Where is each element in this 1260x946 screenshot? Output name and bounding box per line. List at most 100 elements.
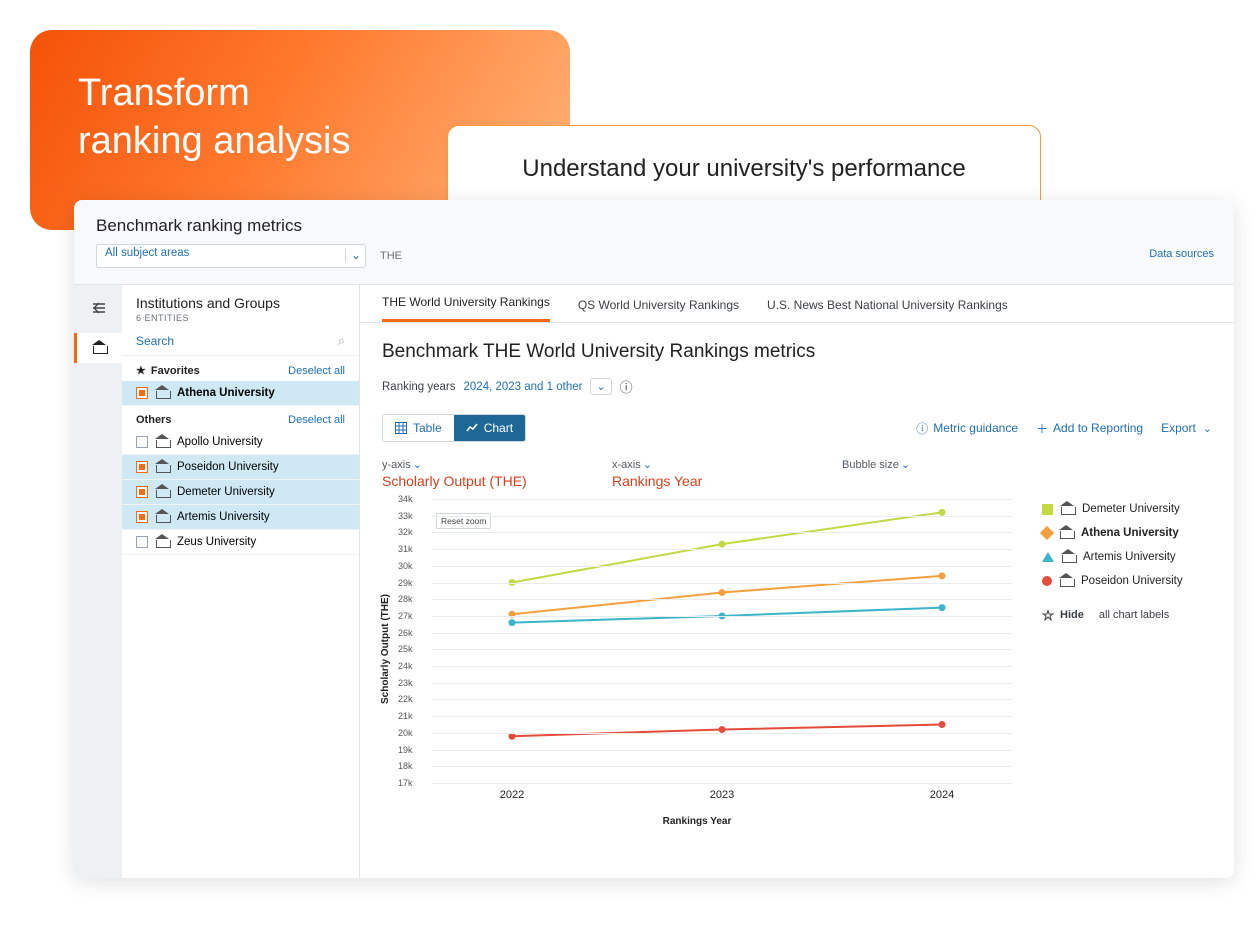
y-tick: 23k bbox=[398, 678, 413, 688]
institution-name: Artemis University bbox=[177, 511, 270, 523]
others-label: Others bbox=[136, 414, 171, 426]
institution-icon bbox=[156, 388, 169, 399]
axis-config-row: y-axis⌄ Scholarly Output (THE) x-axis⌄ R… bbox=[382, 458, 1212, 489]
legend-item[interactable]: Poseidon University bbox=[1042, 575, 1212, 587]
subject-row: All subject areas ⌄ THE bbox=[96, 244, 1212, 268]
tab-the[interactable]: THE World University Rankings bbox=[382, 295, 550, 322]
checkbox[interactable] bbox=[136, 436, 148, 448]
legend-label: Demeter University bbox=[1082, 503, 1180, 515]
toolbar: Table Chart ⓘ Metric guidance ＋ Add to R… bbox=[382, 414, 1212, 442]
chart-view-button[interactable]: Chart bbox=[454, 415, 525, 441]
provider-label: THE bbox=[380, 250, 402, 262]
x-tick: 2024 bbox=[930, 789, 954, 801]
legend-item[interactable]: Demeter University bbox=[1042, 503, 1212, 515]
institution-name: Apollo University bbox=[177, 436, 263, 448]
institution-row[interactable]: Athena University bbox=[122, 381, 359, 406]
y-axis-title: Scholarly Output (THE) bbox=[380, 594, 391, 704]
export-button[interactable]: Export ⌄ bbox=[1161, 421, 1212, 435]
y-tick: 18k bbox=[398, 761, 413, 771]
x-axis-title: Rankings Year bbox=[663, 816, 732, 827]
institution-row[interactable]: Zeus University bbox=[122, 530, 359, 555]
institution-row[interactable]: Apollo University bbox=[122, 430, 359, 455]
chevron-down-icon: ⌄ bbox=[1203, 422, 1212, 435]
institution-name: Zeus University bbox=[177, 536, 256, 548]
favorites-label: ★ Favorites bbox=[136, 364, 200, 377]
institution-row[interactable]: Poseidon University bbox=[122, 455, 359, 480]
institution-name: Demeter University bbox=[177, 486, 275, 498]
deselect-favorites-link[interactable]: Deselect all bbox=[288, 365, 345, 377]
y-tick: 20k bbox=[398, 728, 413, 738]
institution-icon bbox=[1060, 528, 1073, 539]
y-tick: 26k bbox=[398, 628, 413, 638]
app-header: Benchmark ranking metrics All subject ar… bbox=[74, 200, 1234, 268]
table-view-button[interactable]: Table bbox=[383, 415, 454, 441]
tab-qs[interactable]: QS World University Rankings bbox=[578, 298, 739, 322]
search-icon: ⌕ bbox=[338, 333, 345, 349]
institution-icon bbox=[156, 462, 169, 473]
x-axis-selector[interactable]: x-axis⌄ bbox=[612, 458, 782, 471]
institution-icon bbox=[156, 487, 169, 498]
checkbox[interactable] bbox=[136, 536, 148, 548]
y-tick: 21k bbox=[398, 711, 413, 721]
data-sources-link[interactable]: Data sources bbox=[1149, 248, 1214, 260]
ranking-years-link[interactable]: 2024, 2023 and 1 other bbox=[464, 381, 583, 393]
legend-marker bbox=[1040, 526, 1054, 540]
y-tick: 22k bbox=[398, 694, 413, 704]
metric-guidance-link[interactable]: ⓘ Metric guidance bbox=[916, 420, 1018, 437]
institution-icon bbox=[1060, 576, 1073, 587]
entity-count: 6 ENTITIES bbox=[136, 313, 345, 323]
legend-label: Poseidon University bbox=[1081, 575, 1183, 587]
deselect-others-link[interactable]: Deselect all bbox=[288, 414, 345, 426]
y-tick: 24k bbox=[398, 661, 413, 671]
x-tick: 2022 bbox=[500, 789, 524, 801]
y-axis-value: Scholarly Output (THE) bbox=[382, 473, 552, 489]
institution-icon bbox=[1061, 504, 1074, 515]
sidebar-title: Institutions and Groups bbox=[136, 295, 345, 311]
checkbox[interactable] bbox=[136, 461, 148, 473]
institution-icon bbox=[93, 343, 106, 354]
sidebar: Institutions and Groups 6 ENTITIES ⌕ ★ F… bbox=[122, 285, 360, 878]
institutions-rail-button[interactable] bbox=[74, 333, 122, 363]
x-tick: 2023 bbox=[710, 789, 734, 801]
institution-icon bbox=[1062, 552, 1075, 563]
collapse-sidebar-button[interactable] bbox=[82, 293, 114, 323]
x-axis-value: Rankings Year bbox=[612, 473, 782, 489]
chart-area: Scholarly Output (THE) Reset zoom 17k18k… bbox=[382, 499, 1012, 809]
institution-row[interactable]: Artemis University bbox=[122, 505, 359, 530]
y-tick: 31k bbox=[398, 544, 413, 554]
bubble-size-selector[interactable]: Bubble size⌄ bbox=[842, 458, 1012, 471]
y-tick: 28k bbox=[398, 594, 413, 604]
institution-row[interactable]: Demeter University bbox=[122, 480, 359, 505]
view-toggle: Table Chart bbox=[382, 414, 526, 442]
hide-labels-toggle[interactable]: Hide all chart labels bbox=[1042, 609, 1212, 621]
main-panel: THE World University Rankings QS World U… bbox=[360, 285, 1234, 878]
ranking-years-row: Ranking years 2024, 2023 and 1 other ⌄ ⓘ bbox=[382, 377, 1212, 396]
y-tick: 25k bbox=[398, 644, 413, 654]
y-tick: 33k bbox=[398, 511, 413, 521]
ranking-years-dropdown[interactable]: ⌄ bbox=[590, 378, 611, 395]
institution-icon bbox=[156, 537, 169, 548]
legend-label: Athena University bbox=[1081, 527, 1179, 539]
chevron-down-icon: ⌄ bbox=[345, 248, 361, 262]
y-axis-selector[interactable]: y-axis⌄ bbox=[382, 458, 552, 471]
subject-area-select[interactable]: All subject areas ⌄ bbox=[96, 244, 366, 268]
legend-marker bbox=[1042, 576, 1052, 586]
checkbox[interactable] bbox=[136, 511, 148, 523]
chart-svg bbox=[432, 499, 1012, 783]
legend-marker bbox=[1042, 504, 1053, 515]
search-input[interactable] bbox=[136, 334, 332, 348]
legend-item[interactable]: Artemis University bbox=[1042, 551, 1212, 563]
institution-icon bbox=[156, 437, 169, 448]
page-title: Benchmark ranking metrics bbox=[96, 216, 1212, 236]
checkbox[interactable] bbox=[136, 486, 148, 498]
legend-marker bbox=[1042, 552, 1054, 562]
info-icon[interactable]: ⓘ bbox=[620, 377, 633, 396]
institution-name: Athena University bbox=[177, 387, 275, 399]
ranking-tabs: THE World University Rankings QS World U… bbox=[360, 285, 1234, 323]
legend-item[interactable]: Athena University bbox=[1042, 527, 1212, 539]
y-tick: 32k bbox=[398, 527, 413, 537]
tab-usnews[interactable]: U.S. News Best National University Ranki… bbox=[767, 298, 1008, 322]
add-to-reporting-button[interactable]: ＋ Add to Reporting bbox=[1036, 420, 1143, 437]
checkbox[interactable] bbox=[136, 387, 148, 399]
y-tick: 27k bbox=[398, 611, 413, 621]
